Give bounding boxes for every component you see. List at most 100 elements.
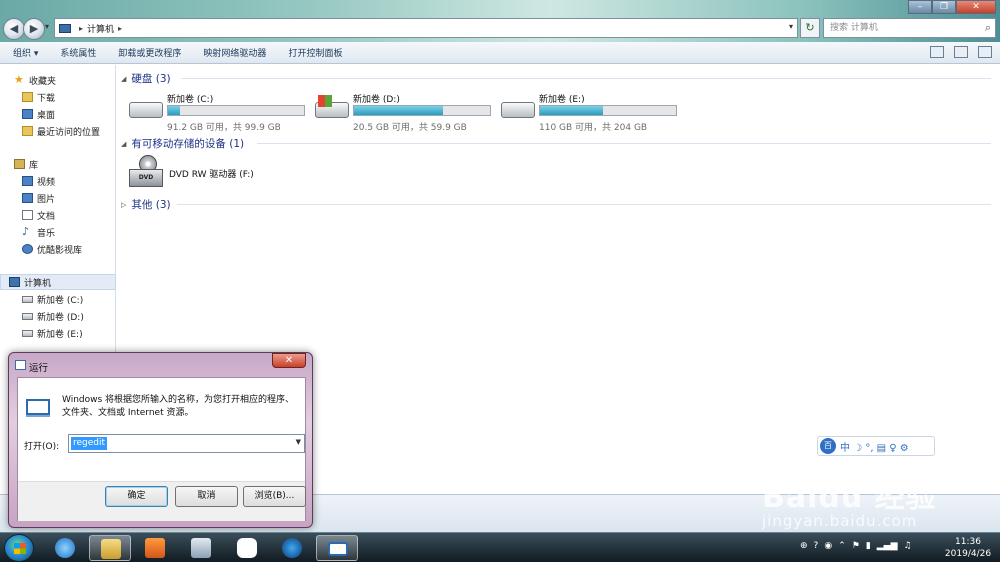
browse-button[interactable]: 浏览(B)... [243, 486, 306, 507]
nav-drive-c[interactable]: 新加卷 (C:) [0, 291, 116, 307]
tray-volume-icon[interactable]: ♫ [904, 541, 912, 551]
nav-label: 音乐 [37, 228, 56, 239]
nav-computer[interactable]: 计算机 [0, 274, 116, 290]
group-header-other[interactable]: ▷ 其他 (3) [121, 197, 171, 212]
nav-label: 收藏夹 [29, 76, 57, 87]
nav-libraries[interactable]: 库 [0, 156, 116, 172]
nav-label: 库 [29, 160, 39, 171]
open-input-value[interactable]: regedit [71, 437, 108, 450]
taskbar-explorer[interactable] [89, 535, 131, 561]
expand-arrow-icon: ▷ [121, 200, 127, 209]
recent-pages-dropdown[interactable]: ▾ [45, 22, 49, 31]
ime-toolbar[interactable]: 百 中 ☽ °, ▤ ♀ ⚙ [817, 436, 935, 456]
back-button[interactable]: ◀ [3, 18, 25, 40]
cloud-app-icon [237, 538, 257, 558]
tray-shield-icon[interactable]: ◉ [824, 541, 832, 551]
taskbar-app[interactable] [226, 535, 268, 561]
refresh-button[interactable]: ↻ [800, 18, 820, 38]
tray-battery-icon[interactable]: ▮ [866, 541, 871, 551]
windows-drive-icon [22, 312, 33, 320]
tray-help-icon[interactable]: ? [814, 541, 819, 551]
ime-logo-icon[interactable]: 百 [820, 438, 836, 454]
maximize-button[interactable]: ❐ [932, 0, 956, 14]
system-tray: ⊕ ? ◉ ⌃ ⚑ ▮ ▂▄▆ ♫ [800, 541, 912, 551]
windows-logo-icon [14, 543, 26, 554]
nav-pictures[interactable]: 图片 [0, 190, 116, 206]
computer-icon [9, 277, 20, 287]
help-icon[interactable] [978, 46, 992, 58]
title-bar: ◀ ▶ ▾ ▸ 计算机 ▸ ▾ ↻ 搜索 计算机 ⌕ – ❐ ✕ [0, 0, 1000, 42]
taskbar-video-player[interactable] [271, 535, 313, 561]
map-network-drive-button[interactable]: 映射网络驱动器 [203, 46, 266, 59]
recent-places-icon [22, 126, 33, 136]
preview-pane-icon[interactable] [954, 46, 968, 58]
nav-documents[interactable]: 文档 [0, 207, 116, 223]
drive-name: 新加卷 (E:) [539, 95, 585, 105]
nav-recent-places[interactable]: 最近访问的位置 [0, 123, 116, 139]
music-note-icon: ♪ [22, 225, 30, 238]
nav-label: 优酷影视库 [37, 245, 83, 256]
nav-music[interactable]: ♪ 音乐 [0, 224, 116, 240]
drive-tile[interactable]: 新加卷 (E:) 110 GB 可用，共 204 GB [501, 92, 681, 133]
search-input[interactable]: 搜索 计算机 ⌕ [823, 18, 996, 38]
tray-arrow-icon[interactable]: ⌃ [838, 541, 846, 551]
uninstall-program-button[interactable]: 卸载或更改程序 [118, 46, 181, 59]
hard-drive-icon [22, 329, 33, 337]
address-bar[interactable]: ▸ 计算机 ▸ ▾ [54, 18, 798, 38]
start-button[interactable] [4, 534, 34, 562]
nav-youku-library[interactable]: 优酷影视库 [0, 241, 116, 257]
search-placeholder: 搜索 计算机 [830, 23, 878, 33]
desktop-icon [22, 109, 33, 119]
address-location[interactable]: 计算机 [87, 22, 114, 35]
dialog-body: Windows 将根据您所输入的名称，为您打开相应的程序、文件夹、文档或 Int… [17, 377, 306, 521]
nav-drive-e[interactable]: 新加卷 (E:) [0, 325, 116, 341]
nav-videos[interactable]: 视频 [0, 173, 116, 189]
taskbar-clock[interactable]: 11:36 2019/4/26 [940, 536, 996, 560]
tray-signal-icon[interactable]: ▂▄▆ [877, 541, 898, 551]
taskbar-ie[interactable] [44, 535, 86, 561]
tray-flag-icon[interactable]: ⚑ [852, 541, 860, 551]
close-button[interactable]: ✕ [956, 0, 996, 14]
drive-tile[interactable]: 新加卷 (C:) 91.2 GB 可用，共 99.9 GB [129, 92, 309, 133]
group-header-removable[interactable]: ◢ 有可移动存储的设备 (1) [121, 136, 244, 151]
forward-button[interactable]: ▶ [23, 18, 45, 40]
taskbar-calculator[interactable] [180, 535, 222, 561]
tray-network-icon[interactable]: ⊕ [800, 541, 808, 551]
taskbar-run[interactable] [316, 535, 358, 561]
minimize-button[interactable]: – [908, 0, 932, 14]
dvd-drive-tile[interactable]: DVD DVD RW 驱动器 (F:) [129, 155, 329, 191]
address-separator-end[interactable]: ▸ [118, 24, 122, 33]
nav-favorites[interactable]: ★ 收藏夹 [0, 72, 116, 88]
open-combobox[interactable]: regedit ▼ [68, 434, 305, 453]
combobox-dropdown-icon[interactable]: ▼ [296, 438, 301, 446]
ok-button[interactable]: 确定 [105, 486, 168, 507]
media-player-icon [145, 538, 165, 558]
hard-drive-icon [501, 102, 535, 118]
nav-label: 新加卷 (E:) [37, 329, 83, 340]
group-divider [177, 204, 991, 205]
group-header-hdd[interactable]: ◢ 硬盘 (3) [121, 71, 171, 86]
dvd-badge: DVD [129, 169, 163, 187]
nav-label: 图片 [37, 194, 56, 205]
dialog-close-button[interactable]: ✕ [272, 353, 306, 368]
cancel-button[interactable]: 取消 [175, 486, 238, 507]
nav-desktop[interactable]: 桌面 [0, 106, 116, 122]
address-separator: ▸ [79, 23, 84, 33]
change-view-icon[interactable] [930, 46, 944, 58]
document-icon [22, 210, 33, 220]
open-control-panel-button[interactable]: 打开控制面板 [288, 46, 342, 59]
system-properties-button[interactable]: 系统属性 [60, 46, 96, 59]
nav-drive-d[interactable]: 新加卷 (D:) [0, 308, 116, 324]
taskbar-media[interactable] [134, 535, 176, 561]
drive-usage-bar [539, 105, 677, 116]
organize-button[interactable]: 组织 ▾ [13, 46, 38, 59]
drive-tile[interactable]: 新加卷 (D:) 20.5 GB 可用，共 59.9 GB [315, 92, 495, 133]
ie-icon [55, 538, 75, 558]
collapse-arrow-icon: ◢ [121, 74, 127, 83]
nav-label: 视频 [37, 177, 56, 188]
search-icon[interactable]: ⌕ [985, 19, 991, 37]
nav-downloads[interactable]: 下载 [0, 89, 116, 105]
ime-controls[interactable]: 中 ☽ °, ▤ ♀ ⚙ [840, 439, 909, 454]
hard-drive-icon [129, 102, 163, 118]
address-dropdown-icon[interactable]: ▾ [789, 22, 793, 31]
